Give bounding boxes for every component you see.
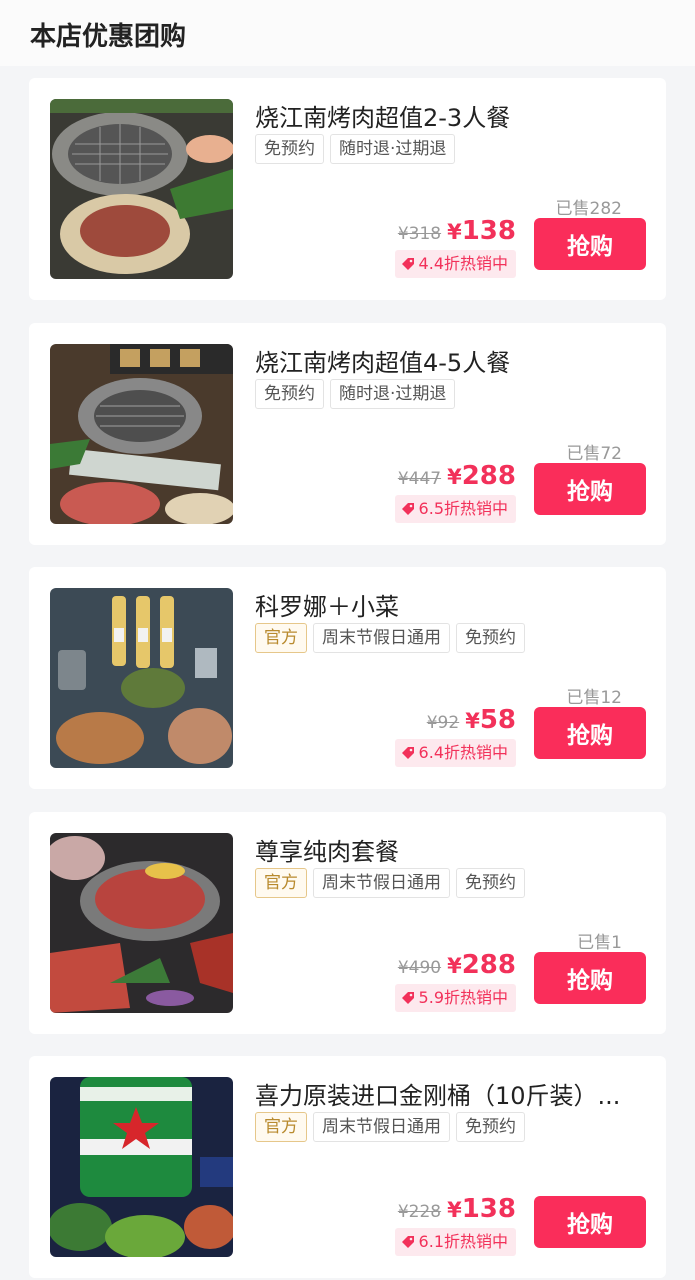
buy-button[interactable]: 抢购 xyxy=(534,707,646,759)
sold-count: 已售72 xyxy=(566,443,622,464)
deal-image[interactable] xyxy=(50,588,233,768)
discount-badge: 6.4折热销中 xyxy=(394,739,516,767)
deal-title[interactable]: 科罗娜＋小菜 xyxy=(255,587,646,622)
tag-no-reservation: 免预约 xyxy=(456,1112,525,1142)
deal-list: 烧江南烤肉超值2-3人餐 免预约 随时退·过期退 已售282 ¥318 ¥138… xyxy=(0,66,695,1278)
sold-count: 已售282 xyxy=(555,199,622,219)
tag-no-reservation: 免预约 xyxy=(456,867,525,898)
deal-tags: 官方 周末节假日通用 免预约 xyxy=(255,867,525,898)
tag-official: 官方 xyxy=(255,623,307,653)
buy-button[interactable]: 抢购 xyxy=(534,951,646,1004)
deal-title[interactable]: 烧江南烤肉超值4-5人餐 xyxy=(255,343,646,378)
deal-image[interactable] xyxy=(50,832,233,1013)
buy-button[interactable]: 抢购 xyxy=(534,1196,646,1248)
page-title: 本店优惠团购 xyxy=(0,0,695,66)
current-price: ¥138 xyxy=(447,216,516,246)
deal-tags: 免预约 随时退·过期退 xyxy=(255,134,456,164)
original-price: ¥92 xyxy=(426,713,460,733)
tag-weekend-holiday: 周末节假日通用 xyxy=(313,1112,450,1142)
price-row: ¥447 ¥288 xyxy=(398,461,516,491)
original-price: ¥490 xyxy=(397,957,442,978)
buy-button[interactable]: 抢购 xyxy=(534,462,646,515)
discount-badge: 5.9折热销中 xyxy=(394,983,516,1012)
deal-tags: 官方 周末节假日通用 免预约 xyxy=(255,623,525,653)
deal-title[interactable]: 尊享纯肉套餐 xyxy=(255,832,646,867)
tag-weekend-holiday: 周末节假日通用 xyxy=(313,623,450,653)
tag-weekend-holiday: 周末节假日通用 xyxy=(313,867,450,898)
sold-count: 已售12 xyxy=(566,688,622,708)
price-row: ¥318 ¥138 xyxy=(398,216,516,246)
price-row: ¥92 ¥58 xyxy=(427,705,516,735)
deal-image[interactable] xyxy=(50,1077,233,1257)
deal-card[interactable]: 尊享纯肉套餐 官方 周末节假日通用 免预约 已售1 ¥490 ¥288 5.9折… xyxy=(29,811,666,1034)
deal-card[interactable]: 烧江南烤肉超值2-3人餐 免预约 随时退·过期退 已售282 ¥318 ¥138… xyxy=(29,78,666,300)
deal-tags: 免预约 随时退·过期退 xyxy=(255,378,456,409)
tag-refund: 随时退·过期退 xyxy=(330,378,456,409)
original-price: ¥228 xyxy=(397,1202,442,1222)
price-tag-icon xyxy=(401,747,414,759)
current-price-value: 138 xyxy=(461,1194,516,1224)
deal-image[interactable] xyxy=(50,99,233,279)
tag-no-reservation: 免预约 xyxy=(255,134,324,164)
tag-no-reservation: 免预约 xyxy=(255,378,324,409)
current-price: ¥138 xyxy=(447,1194,516,1224)
price-tag-icon xyxy=(401,258,414,270)
deal-card[interactable]: 烧江南烤肉超值4-5人餐 免预约 随时退·过期退 已售72 ¥447 ¥288 … xyxy=(29,322,666,545)
current-price-value: 288 xyxy=(461,949,516,980)
buy-button[interactable]: 抢购 xyxy=(534,218,646,270)
price-tag-icon xyxy=(401,502,414,515)
deals-page: 本店优惠团购 烧江南烤肉超值2-3人餐 免预约 随时退·过期退 已售282 ¥3… xyxy=(0,0,695,1280)
deal-image[interactable] xyxy=(50,343,233,524)
current-price: ¥288 xyxy=(447,949,516,980)
price-row: ¥228 ¥138 xyxy=(398,1194,516,1224)
discount-text: 6.1折热销中 xyxy=(418,1232,508,1251)
discount-badge: 6.5折热销中 xyxy=(394,494,516,523)
original-price: ¥447 xyxy=(397,468,442,489)
price-row: ¥490 ¥288 xyxy=(398,950,516,980)
discount-text: 5.9折热销中 xyxy=(418,987,508,1007)
discount-text: 6.5折热销中 xyxy=(418,498,508,518)
discount-badge: 4.4折热销中 xyxy=(394,250,516,278)
current-price: ¥288 xyxy=(447,460,516,491)
tag-official: 官方 xyxy=(255,867,307,898)
current-price: ¥58 xyxy=(465,705,516,735)
deal-card[interactable]: 喜力原装进口金刚桶（10斤装）... 官方 周末节假日通用 免预约 ¥228 ¥… xyxy=(29,1056,666,1278)
discount-text: 4.4折热销中 xyxy=(418,254,508,273)
tag-refund: 随时退·过期退 xyxy=(330,134,456,164)
discount-badge: 6.1折热销中 xyxy=(394,1228,516,1256)
price-tag-icon xyxy=(401,991,414,1004)
tag-no-reservation: 免预约 xyxy=(456,623,525,653)
tag-official: 官方 xyxy=(255,1112,307,1142)
original-price: ¥318 xyxy=(397,224,442,244)
discount-text: 6.4折热销中 xyxy=(418,743,508,762)
deal-title[interactable]: 烧江南烤肉超值2-3人餐 xyxy=(255,98,646,133)
deal-tags: 官方 周末节假日通用 免预约 xyxy=(255,1112,525,1142)
current-price-value: 288 xyxy=(461,460,516,491)
price-tag-icon xyxy=(401,1236,414,1248)
deal-title[interactable]: 喜力原装进口金刚桶（10斤装）... xyxy=(255,1076,646,1111)
current-price-value: 58 xyxy=(479,705,516,735)
sold-count: 已售1 xyxy=(577,932,622,953)
current-price-value: 138 xyxy=(461,216,516,246)
deal-card[interactable]: 科罗娜＋小菜 官方 周末节假日通用 免预约 已售12 ¥92 ¥58 6.4折热… xyxy=(29,567,666,789)
